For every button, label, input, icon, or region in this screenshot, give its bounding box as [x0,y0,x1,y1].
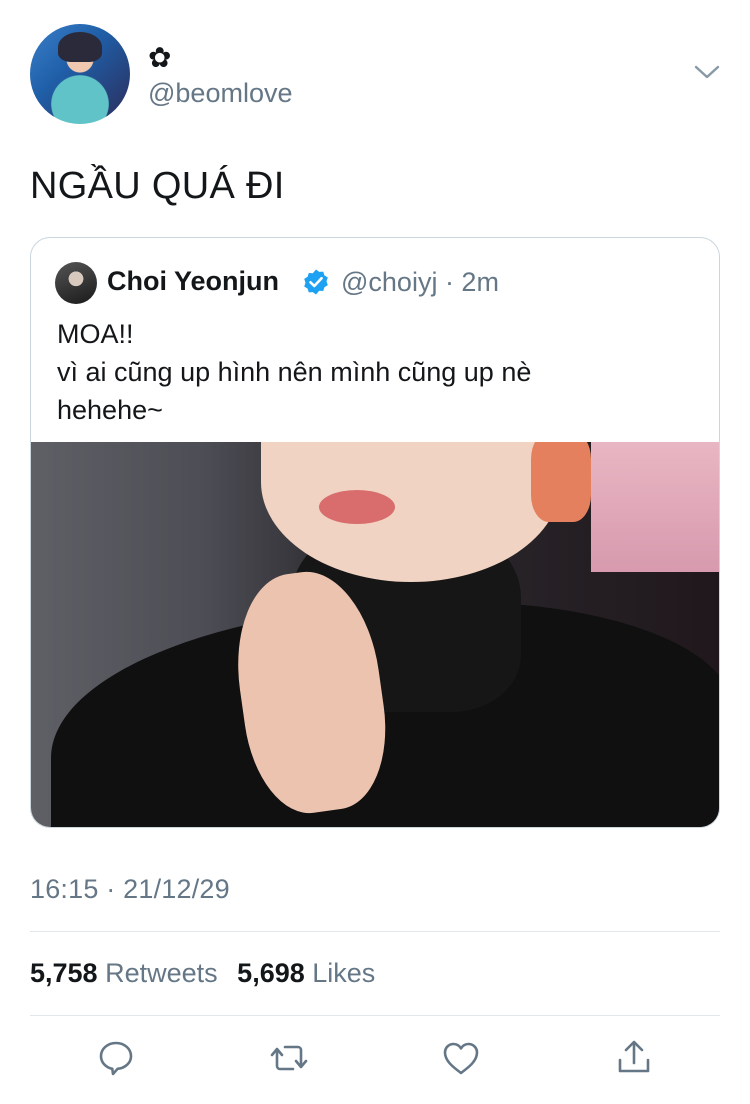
quoted-tweet-photo[interactable] [31,442,719,827]
quoted-author-name[interactable]: Choi Yeonjun [107,266,279,297]
verified-badge-icon [304,269,328,295]
divider [30,1015,720,1016]
likes-label[interactable]: Likes [312,958,375,988]
quoted-author-avatar[interactable] [55,262,97,304]
divider [30,931,720,932]
share-icon[interactable] [614,1038,654,1078]
avatar-hair [58,32,102,62]
tweet-timestamp[interactable]: 16:15 · 21/12/29 [30,874,230,905]
retweets-count[interactable]: 5,758 [30,958,98,988]
retweet-icon[interactable] [269,1038,309,1078]
author-avatar[interactable] [30,24,130,124]
retweets-label[interactable]: Retweets [105,958,218,988]
reply-icon[interactable] [96,1038,136,1078]
photo-background-wall [591,442,719,572]
quoted-handle-time: @choiyj · 2m [341,267,499,297]
chevron-down-icon[interactable] [694,62,720,82]
photo-lips [319,490,395,524]
engagement-stats: 5,758 Retweets 5,698 Likes [30,958,387,989]
likes-count[interactable]: 5,698 [237,958,305,988]
author-display-name[interactable]: ✿ [148,42,171,74]
like-icon[interactable] [441,1038,481,1078]
photo-hair [531,442,591,522]
quoted-tweet-card[interactable]: Choi Yeonjun @choiyj · 2m MOA!! vì ai cũ… [30,237,720,828]
quoted-tweet-text: MOA!! vì ai cũng up hình nên mình cũng u… [57,319,532,425]
author-handle[interactable]: @beomlove [148,78,292,109]
tweet-text: NGẦU QUÁ ĐI [30,165,285,207]
